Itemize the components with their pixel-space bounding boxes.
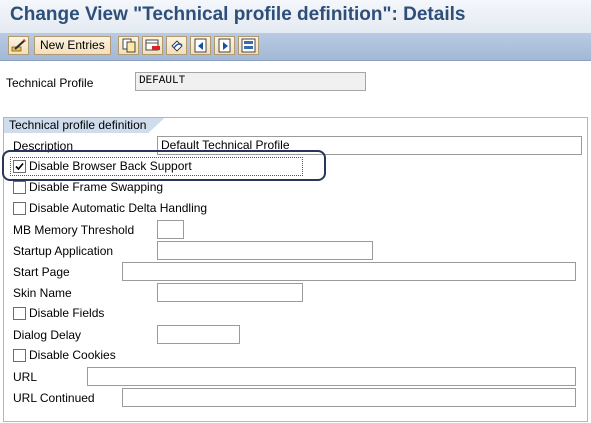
page-title: Change View "Technical profile definitio… (10, 4, 466, 25)
disable-auto-delta-checkbox[interactable] (13, 202, 26, 215)
disable-cookies-checkbox[interactable] (13, 349, 26, 362)
application-toolbar: New Entries (0, 33, 591, 61)
dialog-delay-label: Dialog Delay (13, 328, 82, 342)
display-change-button[interactable] (8, 36, 29, 55)
technical-profile-field: DEFAULT (135, 72, 366, 91)
url-continued-field[interactable] (122, 388, 576, 407)
start-page-field[interactable] (122, 262, 576, 281)
skin-name-label: Skin Name (13, 286, 72, 300)
disable-cookies-label: Disable Cookies (29, 348, 116, 362)
previous-entry-icon (194, 38, 207, 53)
startup-application-field[interactable] (157, 241, 373, 260)
copy-icon (122, 38, 136, 53)
select-all-icon (241, 38, 256, 53)
group-title: Technical profile definition (4, 118, 164, 133)
select-all-button[interactable] (238, 36, 259, 55)
delete-icon (145, 39, 160, 51)
skin-name-field[interactable] (157, 283, 303, 302)
new-entries-button[interactable]: New Entries (34, 36, 111, 55)
url-label: URL (13, 370, 38, 384)
disable-fields-checkbox[interactable] (13, 307, 26, 320)
technical-profile-label: Technical Profile (6, 76, 94, 90)
next-entry-button[interactable] (214, 36, 235, 55)
start-page-label: Start Page (13, 265, 70, 279)
mb-memory-threshold-label: MB Memory Threshold (13, 223, 135, 237)
dialog-delay-field[interactable] (157, 325, 240, 344)
previous-entry-button[interactable] (190, 36, 211, 55)
startup-application-label: Startup Application (13, 244, 114, 258)
highlight-annotation (2, 150, 326, 181)
disable-fields-label: Disable Fields (29, 306, 105, 320)
url-field[interactable] (87, 367, 576, 386)
display-change-icon (11, 39, 26, 52)
disable-frame-swapping-checkbox[interactable] (13, 181, 26, 194)
next-entry-icon (218, 38, 231, 53)
title-bar: Change View "Technical profile definitio… (0, 0, 591, 34)
disable-auto-delta-label: Disable Automatic Delta Handling (29, 201, 208, 215)
delete-button[interactable] (142, 36, 163, 55)
undo-button[interactable] (166, 36, 187, 55)
copy-button[interactable] (118, 36, 139, 55)
undo-icon (171, 40, 183, 52)
new-entries-label: New Entries (40, 38, 105, 52)
disable-frame-swapping-label: Disable Frame Swapping (29, 180, 164, 194)
mb-memory-threshold-field[interactable] (157, 220, 184, 239)
url-continued-label: URL Continued (13, 391, 95, 405)
